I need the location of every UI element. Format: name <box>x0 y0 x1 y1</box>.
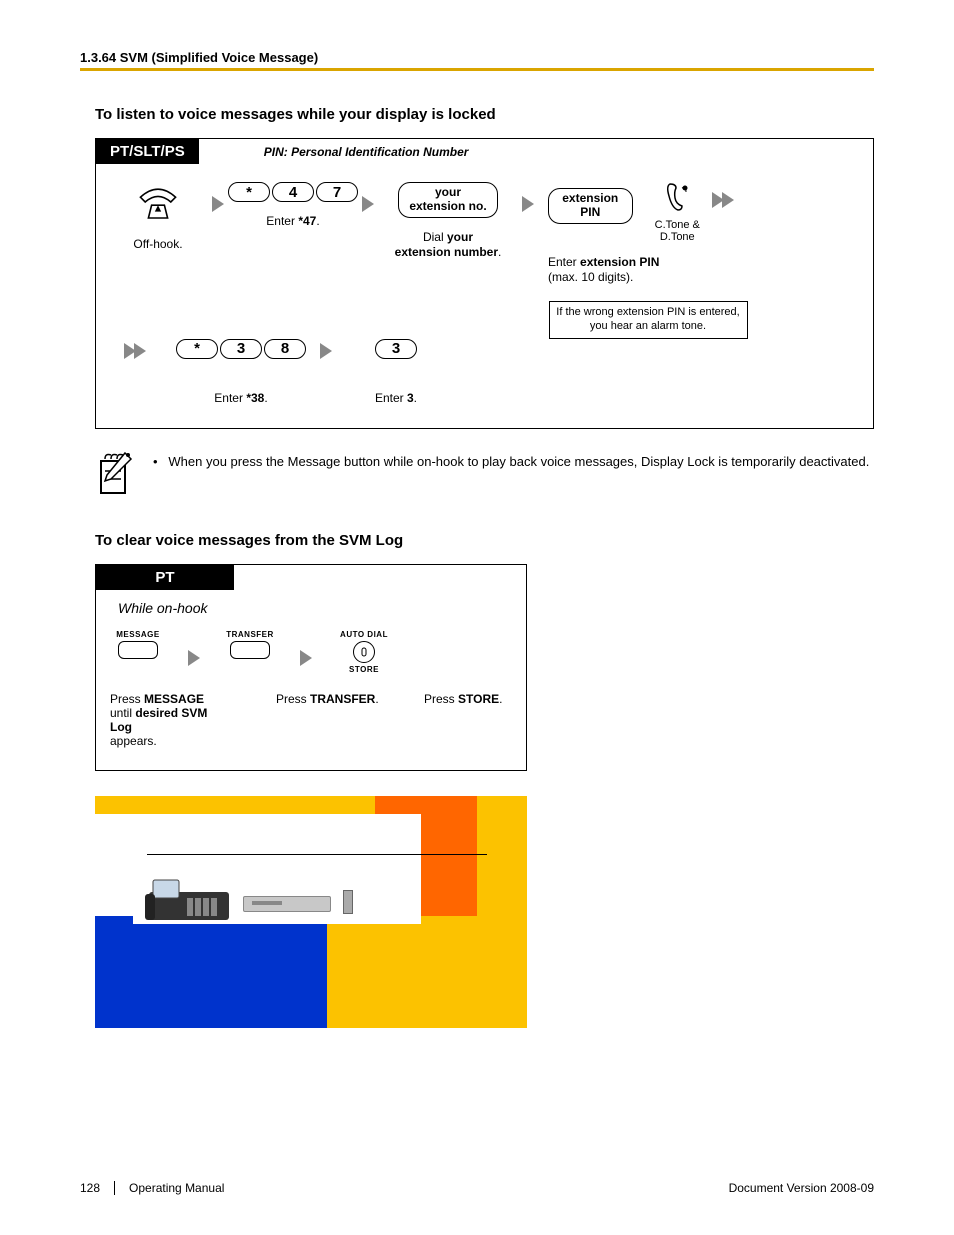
step-caption: Enter extension PIN(max. 10 digits). <box>548 255 659 285</box>
diagram-title: PT/SLT/PS <box>96 139 199 164</box>
remote-image-icon <box>343 890 353 914</box>
key: 8 <box>264 339 306 359</box>
flow-row-2: * 3 8 Enter *38. 3 Enter 3. <box>96 339 873 428</box>
offhook-icon <box>134 182 182 225</box>
button-label: TRANSFER <box>226 630 274 639</box>
manual-label: Operating Manual <box>115 1181 729 1195</box>
diagram-clear-svm: PT While on-hook MESSAGE TRANSFER AUTO D… <box>95 564 527 771</box>
phone-image-icon <box>145 874 237 924</box>
handset-icon <box>664 182 690 215</box>
arrow-icon <box>300 650 312 666</box>
note-text: • When you press the Message button whil… <box>153 449 869 502</box>
key: 7 <box>316 182 358 202</box>
page-footer: 128 Operating Manual Document Version 20… <box>80 1181 874 1195</box>
button-label: STORE <box>349 665 379 674</box>
step-caption: Press TRANSFER. <box>276 692 394 748</box>
key: * <box>176 339 218 359</box>
header-rule <box>80 68 874 71</box>
step-caption: Enter *38. <box>214 391 267 406</box>
button-label: MESSAGE <box>116 630 160 639</box>
arrow-icon <box>362 196 374 212</box>
keypad: * 3 8 <box>176 339 306 359</box>
page: 1.3.64 SVM (Simplified Voice Message) To… <box>0 0 954 1235</box>
key: 4 <box>272 182 314 202</box>
key: 3 <box>220 339 262 359</box>
page-header: 1.3.64 SVM (Simplified Voice Message) <box>80 50 874 65</box>
pill: yourextension no. <box>398 182 497 218</box>
flow-row-1: Off-hook. * 4 7 Enter *47. yourextension… <box>96 164 873 339</box>
page-number: 128 <box>80 1181 115 1195</box>
doc-version: Document Version 2008-09 <box>729 1181 874 1195</box>
device-image-icon <box>243 896 331 912</box>
on-hook-label: While on-hook <box>96 590 526 622</box>
tone-label: C.Tone & D.Tone <box>645 219 711 243</box>
button-label: AUTO DIAL <box>340 630 388 639</box>
step-caption: Dial yourextension number. <box>395 230 502 260</box>
store-button-icon <box>353 641 375 663</box>
key: * <box>228 182 270 202</box>
step-caption: Enter 3. <box>375 391 417 406</box>
arrow-icon <box>134 343 146 359</box>
section-title: To clear voice messages from the SVM Log <box>95 532 874 549</box>
keypad: 3 <box>375 339 417 359</box>
section-title: To listen to voice messages while your d… <box>95 106 874 123</box>
keypad: * 4 7 <box>228 182 358 202</box>
diagram-title: PT <box>96 565 234 590</box>
arrow-icon <box>522 196 534 212</box>
pill: extension PIN <box>548 188 633 224</box>
notepad-icon <box>95 449 135 502</box>
message-button-icon <box>118 641 158 659</box>
transfer-button-icon <box>230 641 270 659</box>
pin-note: PIN: Personal Identification Number <box>264 145 469 159</box>
step-caption: Enter *47. <box>266 214 319 229</box>
decorative-banner <box>95 796 527 1028</box>
arrow-icon <box>212 196 224 212</box>
step-caption: Press MESSAGE until until desired SVM Lo… <box>110 692 232 748</box>
button-row: MESSAGE TRANSFER AUTO DIAL STORE <box>96 622 526 676</box>
key: 3 <box>375 339 417 359</box>
arrow-icon <box>320 343 332 359</box>
arrow-icon <box>722 192 734 208</box>
diagram-listen-locked: PT/SLT/PS PIN: Personal Identification N… <box>95 138 874 429</box>
note-block: • When you press the Message button whil… <box>95 449 874 502</box>
caption-row: Press MESSAGE until until desired SVM Lo… <box>96 676 526 770</box>
step-caption: Off-hook. <box>133 237 182 252</box>
arrow-icon <box>188 650 200 666</box>
alarm-note: If the wrong extension PIN is entered, y… <box>549 301 748 339</box>
step-caption: Press STORE. <box>424 692 502 748</box>
